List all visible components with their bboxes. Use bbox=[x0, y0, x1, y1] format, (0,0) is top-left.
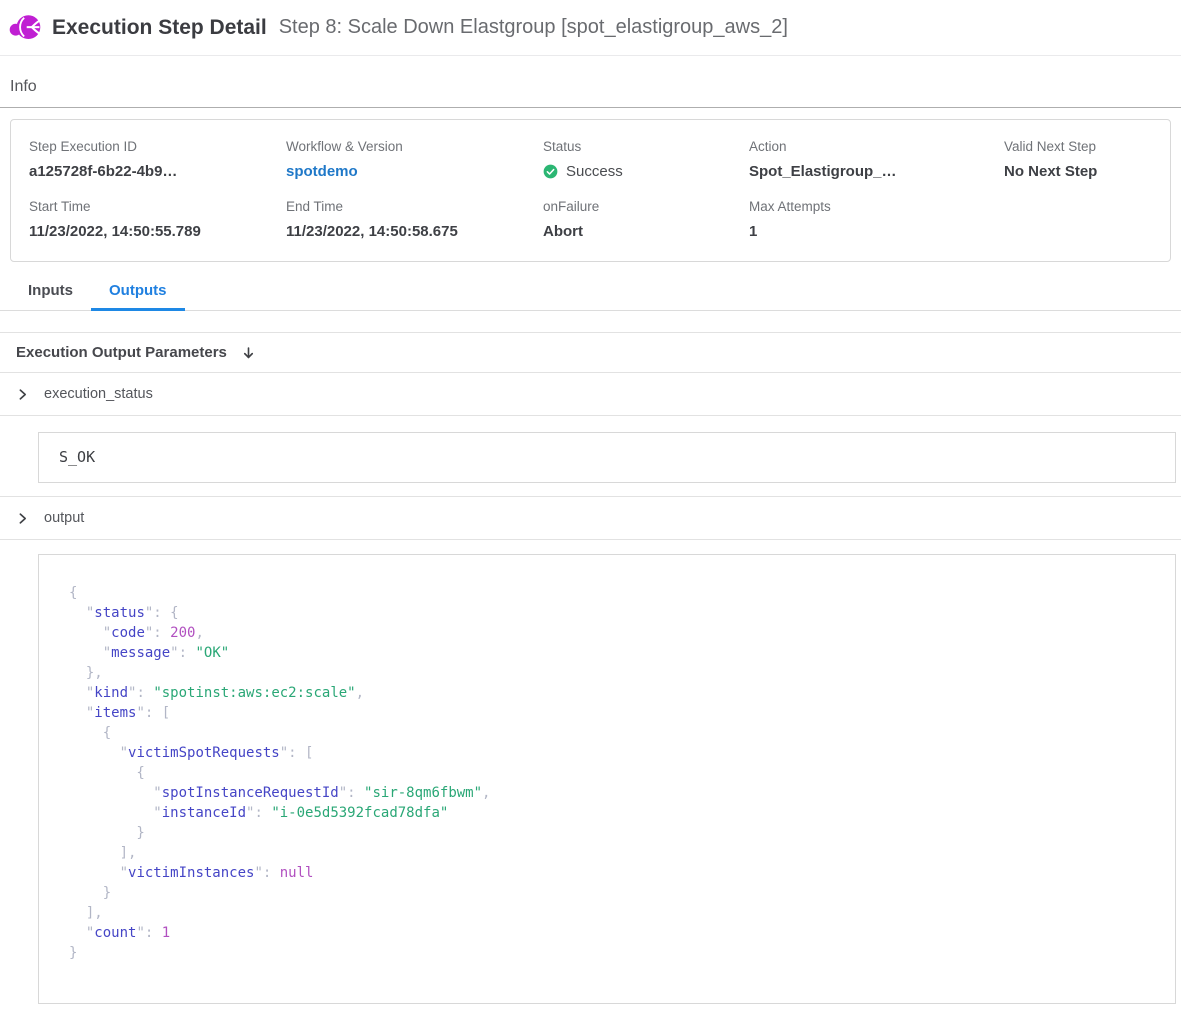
code-line: } bbox=[69, 823, 1145, 843]
code-line: "message": "OK" bbox=[69, 643, 1145, 663]
field-label: End Time bbox=[286, 199, 543, 214]
field-valid-next-step: Valid Next Step No Next Step bbox=[1004, 139, 1170, 180]
page-title: Execution Step Detail bbox=[52, 16, 267, 40]
field-value: No Next Step bbox=[1004, 163, 1170, 180]
status-badge: Success bbox=[543, 163, 749, 180]
tab-bar: Inputs Outputs bbox=[0, 272, 1181, 311]
code-line: "victimSpotRequests": [ bbox=[69, 743, 1145, 763]
param-row-execution-status[interactable]: execution_status bbox=[0, 373, 1181, 416]
field-label: Step Execution ID bbox=[29, 139, 286, 154]
tab-outputs[interactable]: Outputs bbox=[91, 272, 185, 310]
field-empty bbox=[1004, 199, 1170, 240]
code-line: } bbox=[69, 943, 1145, 963]
code-line: "instanceId": "i-0e5d5392fcad78dfa" bbox=[69, 803, 1145, 823]
field-value: a125728f-6b22-4b9… bbox=[29, 163, 286, 180]
info-section-title: Info bbox=[10, 78, 1181, 96]
code-line: { bbox=[69, 763, 1145, 783]
field-label: Start Time bbox=[29, 199, 286, 214]
code-line: ], bbox=[69, 843, 1145, 863]
param-row-output[interactable]: output bbox=[0, 497, 1181, 540]
field-value: 1 bbox=[749, 223, 1004, 240]
divider bbox=[0, 107, 1181, 108]
code-line: { bbox=[69, 583, 1145, 603]
chevron-right-icon bbox=[16, 512, 29, 525]
success-check-icon bbox=[543, 164, 558, 179]
code-line: { bbox=[69, 723, 1145, 743]
tab-inputs[interactable]: Inputs bbox=[10, 272, 91, 310]
page-header: Execution Step Detail Step 8: Scale Down… bbox=[0, 0, 1181, 56]
code-line: "items": [ bbox=[69, 703, 1145, 723]
info-card: Step Execution ID a125728f-6b22-4b9… Wor… bbox=[10, 119, 1171, 262]
arrow-down-icon[interactable] bbox=[241, 345, 256, 361]
code-line: "count": 1 bbox=[69, 923, 1145, 943]
field-label: onFailure bbox=[543, 199, 749, 214]
field-label: Max Attempts bbox=[749, 199, 1004, 214]
code-line: "victimInstances": null bbox=[69, 863, 1145, 883]
code-line: "kind": "spotinst:aws:ec2:scale", bbox=[69, 683, 1145, 703]
field-label: Valid Next Step bbox=[1004, 139, 1170, 154]
workflow-link[interactable]: spotdemo bbox=[286, 163, 543, 180]
field-action: Action Spot_Elastigroup_… bbox=[749, 139, 1004, 180]
field-max-attempts: Max Attempts 1 bbox=[749, 199, 1004, 240]
json-code: { "status": { "code": 200, "message": "O… bbox=[69, 583, 1145, 963]
output-json-box: { "status": { "code": 200, "message": "O… bbox=[38, 554, 1176, 1004]
field-value: Abort bbox=[543, 223, 749, 240]
code-line: "spotInstanceRequestId": "sir-8qm6fbwm", bbox=[69, 783, 1145, 803]
field-value: Spot_Elastigroup_… bbox=[749, 163, 1004, 180]
page-subtitle: Step 8: Scale Down Elastgroup [spot_elas… bbox=[279, 16, 788, 39]
field-value: 11/23/2022, 14:50:55.789 bbox=[29, 223, 286, 240]
field-workflow-version: Workflow & Version spotdemo bbox=[286, 139, 543, 180]
param-name: execution_status bbox=[44, 386, 153, 402]
code-line: }, bbox=[69, 663, 1145, 683]
execution-status-value-box: S_OK bbox=[38, 432, 1176, 483]
chevron-right-icon bbox=[16, 388, 29, 401]
param-name: output bbox=[44, 510, 84, 526]
field-label: Action bbox=[749, 139, 1004, 154]
field-start-time: Start Time 11/23/2022, 14:50:55.789 bbox=[29, 199, 286, 240]
field-value: 11/23/2022, 14:50:58.675 bbox=[286, 223, 543, 240]
code-line: ], bbox=[69, 903, 1145, 923]
code-line: } bbox=[69, 883, 1145, 903]
execution-output-parameters-title: Execution Output Parameters bbox=[16, 344, 227, 361]
brand-logo-icon bbox=[8, 11, 42, 45]
status-text: Success bbox=[566, 163, 623, 180]
field-label: Status bbox=[543, 139, 749, 154]
execution-output-parameters-header: Execution Output Parameters bbox=[0, 332, 1181, 373]
field-label: Workflow & Version bbox=[286, 139, 543, 154]
field-end-time: End Time 11/23/2022, 14:50:58.675 bbox=[286, 199, 543, 240]
field-status: Status Success bbox=[543, 139, 749, 180]
field-onfailure: onFailure Abort bbox=[543, 199, 749, 240]
info-card-grid: Step Execution ID a125728f-6b22-4b9… Wor… bbox=[29, 139, 1170, 240]
code-line: "code": 200, bbox=[69, 623, 1145, 643]
field-step-execution-id: Step Execution ID a125728f-6b22-4b9… bbox=[29, 139, 286, 180]
code-line: "status": { bbox=[69, 603, 1145, 623]
